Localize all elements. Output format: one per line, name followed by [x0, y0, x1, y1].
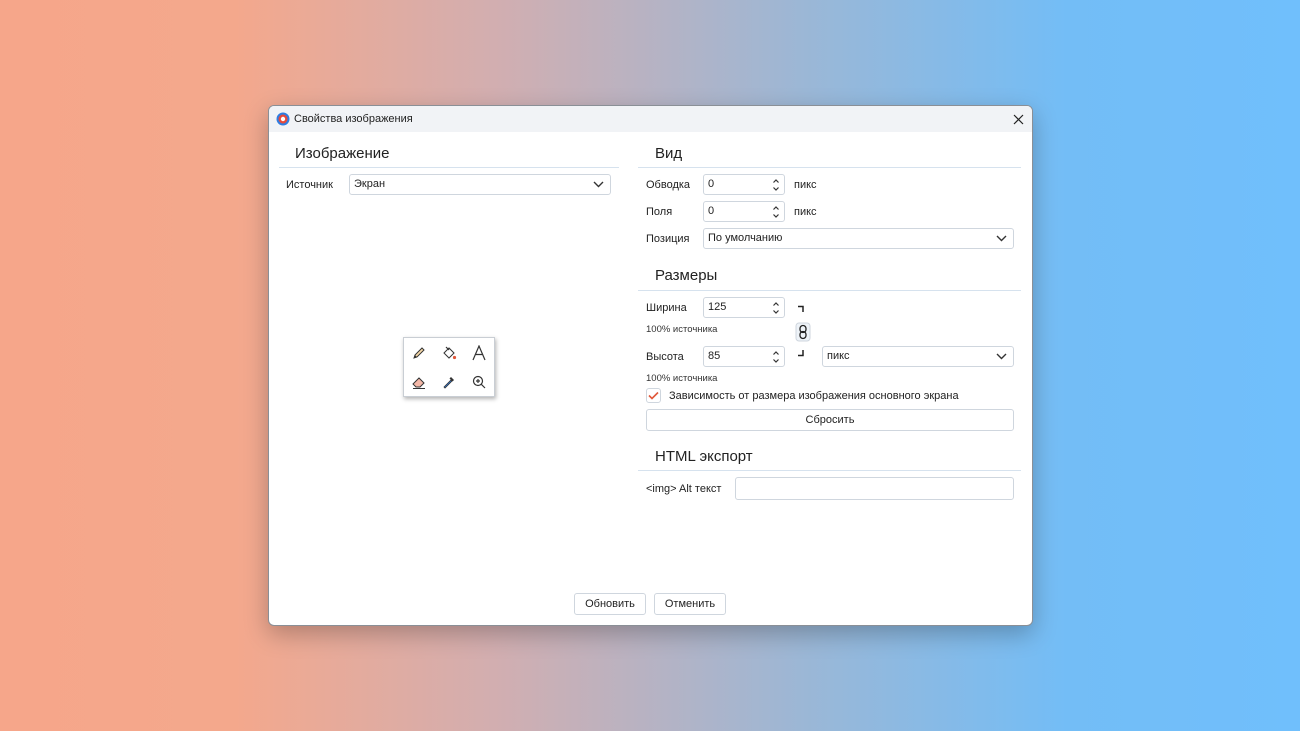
update-button[interactable]: Обновить	[574, 593, 646, 615]
padding-spinbox[interactable]: 0	[703, 201, 785, 222]
color-picker-tool[interactable]	[434, 367, 464, 396]
source-dropdown[interactable]: Экран	[349, 174, 611, 195]
border-unit: пикс	[794, 179, 817, 191]
size-section-separator	[638, 290, 1021, 291]
zoom-icon	[472, 375, 486, 388]
height-value: 85	[708, 350, 721, 362]
window-title: Свойства изображения	[294, 113, 413, 125]
fill-bucket-icon	[443, 346, 457, 359]
spin-arrows-icon[interactable]	[772, 300, 780, 316]
cancel-button[interactable]: Отменить	[654, 593, 726, 615]
spin-arrows-icon[interactable]	[772, 204, 780, 220]
position-value: По умолчанию	[708, 232, 783, 244]
border-spinbox[interactable]: 0	[703, 174, 785, 195]
width-hint: 100% источника	[646, 324, 718, 335]
depend-checkbox[interactable]	[646, 388, 661, 403]
size-unit-dropdown[interactable]: пикс	[822, 346, 1014, 367]
height-label: Высота	[646, 351, 684, 363]
app-icon	[276, 112, 290, 126]
pencil-icon	[413, 346, 425, 359]
padding-unit: пикс	[794, 206, 817, 218]
eraser-icon	[412, 376, 425, 389]
source-value: Экран	[354, 178, 386, 190]
border-label: Обводка	[646, 179, 691, 191]
image-section-separator	[279, 167, 619, 168]
chain-link-icon	[795, 322, 811, 342]
position-dropdown[interactable]: По умолчанию	[703, 228, 1014, 249]
chevron-down-icon	[996, 235, 1007, 242]
spin-arrows-icon[interactable]	[772, 177, 780, 193]
depend-label: Зависимость от размера изображения основ…	[669, 390, 959, 402]
padding-value: 0	[708, 205, 715, 217]
alt-text-input[interactable]	[735, 477, 1014, 500]
view-section-heading: Вид	[655, 145, 683, 162]
checkmark-icon	[648, 391, 659, 400]
width-label: Ширина	[646, 302, 687, 314]
height-hint: 100% источника	[646, 373, 718, 384]
width-value: 125	[708, 301, 727, 313]
height-spinbox[interactable]: 85	[703, 346, 785, 367]
source-label: Источник	[286, 179, 333, 191]
pencil-tool[interactable]	[404, 338, 434, 367]
chevron-down-icon	[996, 353, 1007, 360]
fill-tool[interactable]	[434, 338, 464, 367]
title-bar: Свойства изображения	[269, 106, 1032, 132]
reset-button[interactable]: Сбросить	[646, 409, 1014, 431]
width-spinbox[interactable]: 125	[703, 297, 785, 318]
eraser-tool[interactable]	[404, 367, 434, 396]
alt-text-label: <img> Alt текст	[646, 483, 722, 495]
close-icon	[1013, 114, 1023, 124]
text-icon	[472, 344, 486, 360]
padding-label: Поля	[646, 206, 673, 218]
zoom-tool[interactable]	[464, 367, 494, 396]
border-value: 0	[708, 178, 715, 190]
link-bracket-bottom-icon	[798, 350, 804, 357]
link-bracket-top-icon	[798, 305, 804, 312]
drawing-toolbox	[403, 337, 495, 397]
text-tool[interactable]	[464, 338, 494, 367]
size-section-heading: Размеры	[655, 267, 718, 284]
image-section-heading: Изображение	[295, 145, 390, 162]
view-section-separator	[638, 167, 1021, 168]
html-section-heading: HTML экспорт	[655, 448, 753, 465]
aspect-lock-button[interactable]	[795, 322, 811, 342]
size-unit-value: пикс	[827, 350, 850, 362]
color-picker-icon	[443, 376, 454, 389]
html-section-separator	[638, 470, 1021, 471]
close-button[interactable]	[1008, 109, 1028, 129]
position-label: Позиция	[646, 233, 690, 245]
chevron-down-icon	[593, 181, 604, 188]
spin-arrows-icon[interactable]	[772, 349, 780, 365]
image-properties-dialog: Свойства изображения Изображение Источни…	[268, 105, 1033, 626]
